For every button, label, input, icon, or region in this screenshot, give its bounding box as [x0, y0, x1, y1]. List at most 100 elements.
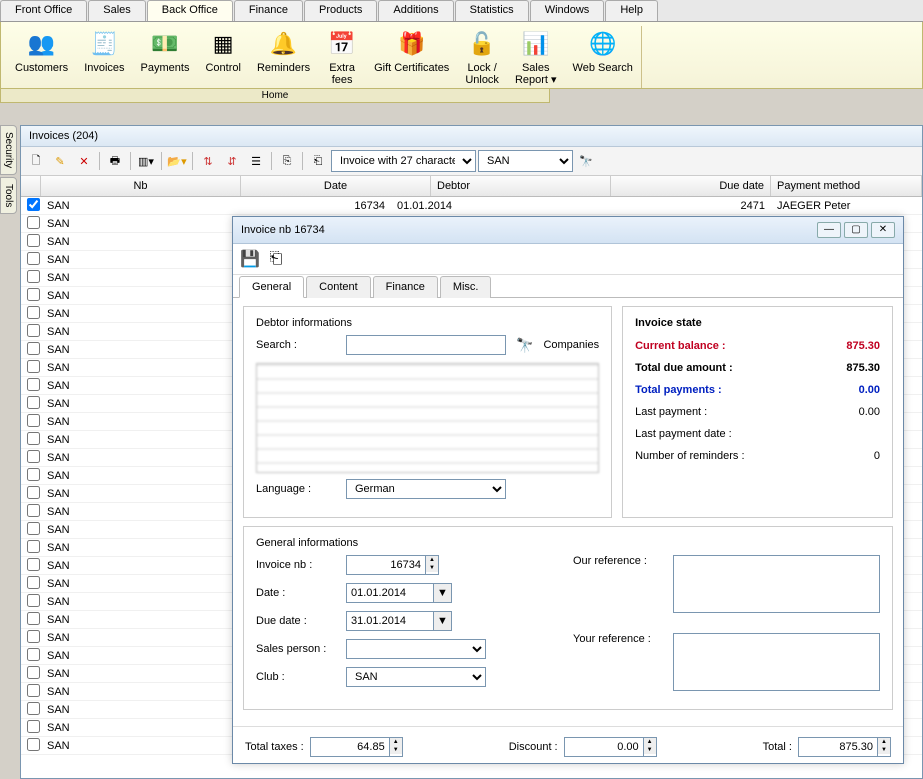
col-nb[interactable]: Nb: [41, 176, 241, 196]
your-reference-input[interactable]: [673, 633, 880, 691]
row-checkbox[interactable]: [27, 522, 40, 535]
row-checkbox[interactable]: [27, 270, 40, 283]
spin-down-icon[interactable]: ▼: [426, 564, 438, 572]
side-tab-security[interactable]: Security: [0, 125, 17, 175]
import-icon[interactable]: ⎗: [307, 150, 329, 172]
table-row[interactable]: SAN1673401.01.20142471JAEGER Peter: [21, 197, 922, 215]
row-checkbox[interactable]: [27, 594, 40, 607]
row-checkbox[interactable]: [27, 504, 40, 517]
row-checkbox[interactable]: [27, 216, 40, 229]
total-taxes-input[interactable]: [310, 737, 390, 757]
menu-tab-back-office[interactable]: Back Office: [147, 0, 233, 21]
row-checkbox[interactable]: [27, 486, 40, 499]
save-icon[interactable]: 💾: [239, 248, 261, 270]
row-checkbox[interactable]: [27, 720, 40, 733]
maximize-button[interactable]: ▢: [844, 222, 868, 238]
ribbon-payments[interactable]: 💵Payments: [133, 26, 198, 88]
menu-tab-finance[interactable]: Finance: [234, 0, 303, 21]
print-icon[interactable]: 🖶: [104, 150, 126, 172]
side-tab-tools[interactable]: Tools: [0, 177, 17, 214]
close-button[interactable]: ✕: [871, 222, 895, 238]
col-date[interactable]: Date: [241, 176, 431, 196]
delete-icon[interactable]: ✕: [73, 150, 95, 172]
row-checkbox[interactable]: [27, 234, 40, 247]
menu-tab-front-office[interactable]: Front Office: [0, 0, 87, 21]
list-icon[interactable]: ☰: [245, 150, 267, 172]
club-combo[interactable]: SAN: [346, 667, 486, 687]
due-dropdown-icon[interactable]: ▼: [434, 611, 452, 631]
col-payment[interactable]: Payment method: [771, 176, 922, 196]
filter-combo[interactable]: Invoice with 27 characte: [331, 150, 476, 172]
row-checkbox[interactable]: [27, 684, 40, 697]
row-checkbox[interactable]: [27, 288, 40, 301]
date-dropdown-icon[interactable]: ▼: [434, 583, 452, 603]
row-checkbox[interactable]: [27, 198, 40, 211]
row-checkbox[interactable]: [27, 702, 40, 715]
menu-tab-help[interactable]: Help: [605, 0, 658, 21]
row-checkbox[interactable]: [27, 324, 40, 337]
row-checkbox[interactable]: [27, 378, 40, 391]
language-combo[interactable]: German: [346, 479, 506, 499]
ribbon-reminders[interactable]: 🔔Reminders: [249, 26, 318, 88]
due-date-input[interactable]: [346, 611, 434, 631]
row-checkbox[interactable]: [27, 414, 40, 427]
view-icon[interactable]: ▥▾: [135, 150, 157, 172]
export-icon[interactable]: ⎘: [276, 150, 298, 172]
edit-icon[interactable]: ✎: [49, 150, 71, 172]
menu-tab-sales[interactable]: Sales: [88, 0, 146, 21]
our-reference-input[interactable]: [673, 555, 880, 613]
companies-link[interactable]: Companies: [543, 339, 599, 351]
row-checkbox[interactable]: [27, 468, 40, 481]
col-debtor[interactable]: Debtor: [431, 176, 611, 196]
minimize-button[interactable]: —: [817, 222, 841, 238]
sales-person-combo[interactable]: [346, 639, 486, 659]
binoculars-icon[interactable]: 🔭: [516, 337, 533, 354]
row-checkbox[interactable]: [27, 450, 40, 463]
ribbon-invoices[interactable]: 🧾Invoices: [76, 26, 132, 88]
ribbon-control[interactable]: ▦Control: [197, 26, 248, 88]
row-checkbox[interactable]: [27, 540, 40, 553]
ribbon-sales[interactable]: 📊SalesReport ▾: [507, 26, 565, 88]
club-combo[interactable]: SAN: [478, 150, 573, 172]
tab-misc[interactable]: Misc.: [440, 276, 492, 298]
binoculars-icon[interactable]: 🔭: [575, 150, 597, 172]
invoice-dialog: Invoice nb 16734 — ▢ ✕ 💾 ⎗ General Conte…: [232, 216, 904, 764]
menu-tab-statistics[interactable]: Statistics: [455, 0, 529, 21]
ribbon-lock[interactable]: 🔓Lock /Unlock: [457, 26, 507, 88]
tab-general[interactable]: General: [239, 276, 304, 298]
menu-tab-products[interactable]: Products: [304, 0, 377, 21]
col-due[interactable]: Due date: [611, 176, 771, 196]
sort2-icon[interactable]: ⇵: [221, 150, 243, 172]
row-checkbox[interactable]: [27, 360, 40, 373]
row-checkbox[interactable]: [27, 648, 40, 661]
row-checkbox[interactable]: [27, 612, 40, 625]
row-checkbox[interactable]: [27, 252, 40, 265]
discount-input[interactable]: [564, 737, 644, 757]
new-icon[interactable]: 🗋: [25, 150, 47, 172]
tab-content[interactable]: Content: [306, 276, 371, 298]
total-input[interactable]: [798, 737, 878, 757]
exit-icon[interactable]: ⎗: [265, 248, 287, 270]
ribbon-gift[interactable]: 🎁Gift Certificates: [366, 26, 457, 88]
row-checkbox[interactable]: [27, 558, 40, 571]
ribbon-extra[interactable]: 📅Extrafees: [318, 26, 366, 88]
folder-icon[interactable]: 📂▾: [166, 150, 188, 172]
tab-finance[interactable]: Finance: [373, 276, 438, 298]
row-checkbox[interactable]: [27, 576, 40, 589]
row-checkbox[interactable]: [27, 666, 40, 679]
row-checkbox[interactable]: [27, 306, 40, 319]
ribbon-customers[interactable]: 👥Customers: [7, 26, 76, 88]
invoice-nb-input[interactable]: [346, 555, 426, 575]
search-input[interactable]: [346, 335, 506, 355]
menu-tab-windows[interactable]: Windows: [530, 0, 605, 21]
sort1-icon[interactable]: ⇅: [197, 150, 219, 172]
spin-up-icon[interactable]: ▲: [426, 556, 438, 564]
row-checkbox[interactable]: [27, 738, 40, 751]
row-checkbox[interactable]: [27, 396, 40, 409]
menu-tab-additions[interactable]: Additions: [378, 0, 453, 21]
ribbon-web[interactable]: 🌐Web Search: [565, 26, 641, 88]
row-checkbox[interactable]: [27, 432, 40, 445]
row-checkbox[interactable]: [27, 342, 40, 355]
row-checkbox[interactable]: [27, 630, 40, 643]
date-input[interactable]: [346, 583, 434, 603]
